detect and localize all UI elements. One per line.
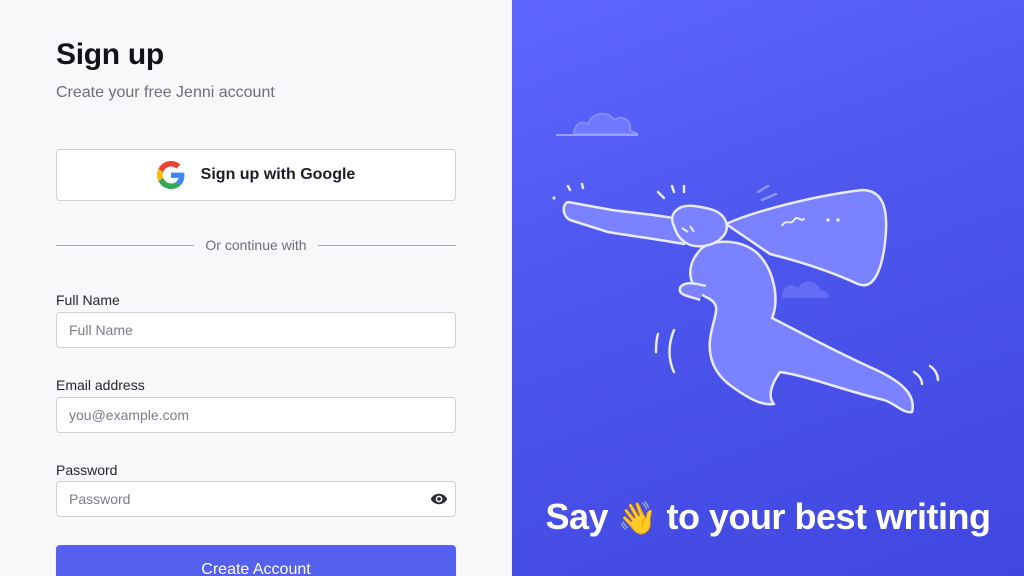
divider-line-left xyxy=(56,244,195,246)
email-input[interactable] xyxy=(56,397,456,433)
tagline-start: Say xyxy=(545,496,609,537)
google-signup-button[interactable]: Sign up with Google xyxy=(56,149,456,201)
full-name-input[interactable] xyxy=(56,312,456,348)
google-icon xyxy=(156,161,185,189)
divider-line-right xyxy=(317,244,457,246)
create-account-button[interactable]: Create Account xyxy=(56,545,456,576)
divider: Or continue with xyxy=(56,236,457,254)
signup-panel: Sign up Create your free Jenni account S… xyxy=(0,0,512,576)
email-label: Email address xyxy=(56,377,145,393)
divider-text: Or continue with xyxy=(205,237,307,253)
waving-hand-icon: 👋 xyxy=(617,499,658,537)
password-input[interactable] xyxy=(56,481,456,517)
eye-icon[interactable] xyxy=(430,490,448,508)
password-label: Password xyxy=(56,462,118,478)
hero-arm xyxy=(562,200,690,246)
hero-tagline: Say 👋 to your best writing xyxy=(512,496,1024,538)
page-title: Sign up xyxy=(56,38,164,71)
full-name-label: Full Name xyxy=(56,292,120,308)
hero-panel: Say 👋 to your best writing xyxy=(512,0,1024,576)
tagline-end: to your best writing xyxy=(666,496,991,537)
google-button-label: Sign up with Google xyxy=(200,166,356,183)
cloud-icon xyxy=(556,112,639,136)
flying-superhero-illustration xyxy=(552,112,940,414)
cloud-small-icon xyxy=(782,281,829,298)
page-subtitle: Create your free Jenni account xyxy=(56,84,275,101)
